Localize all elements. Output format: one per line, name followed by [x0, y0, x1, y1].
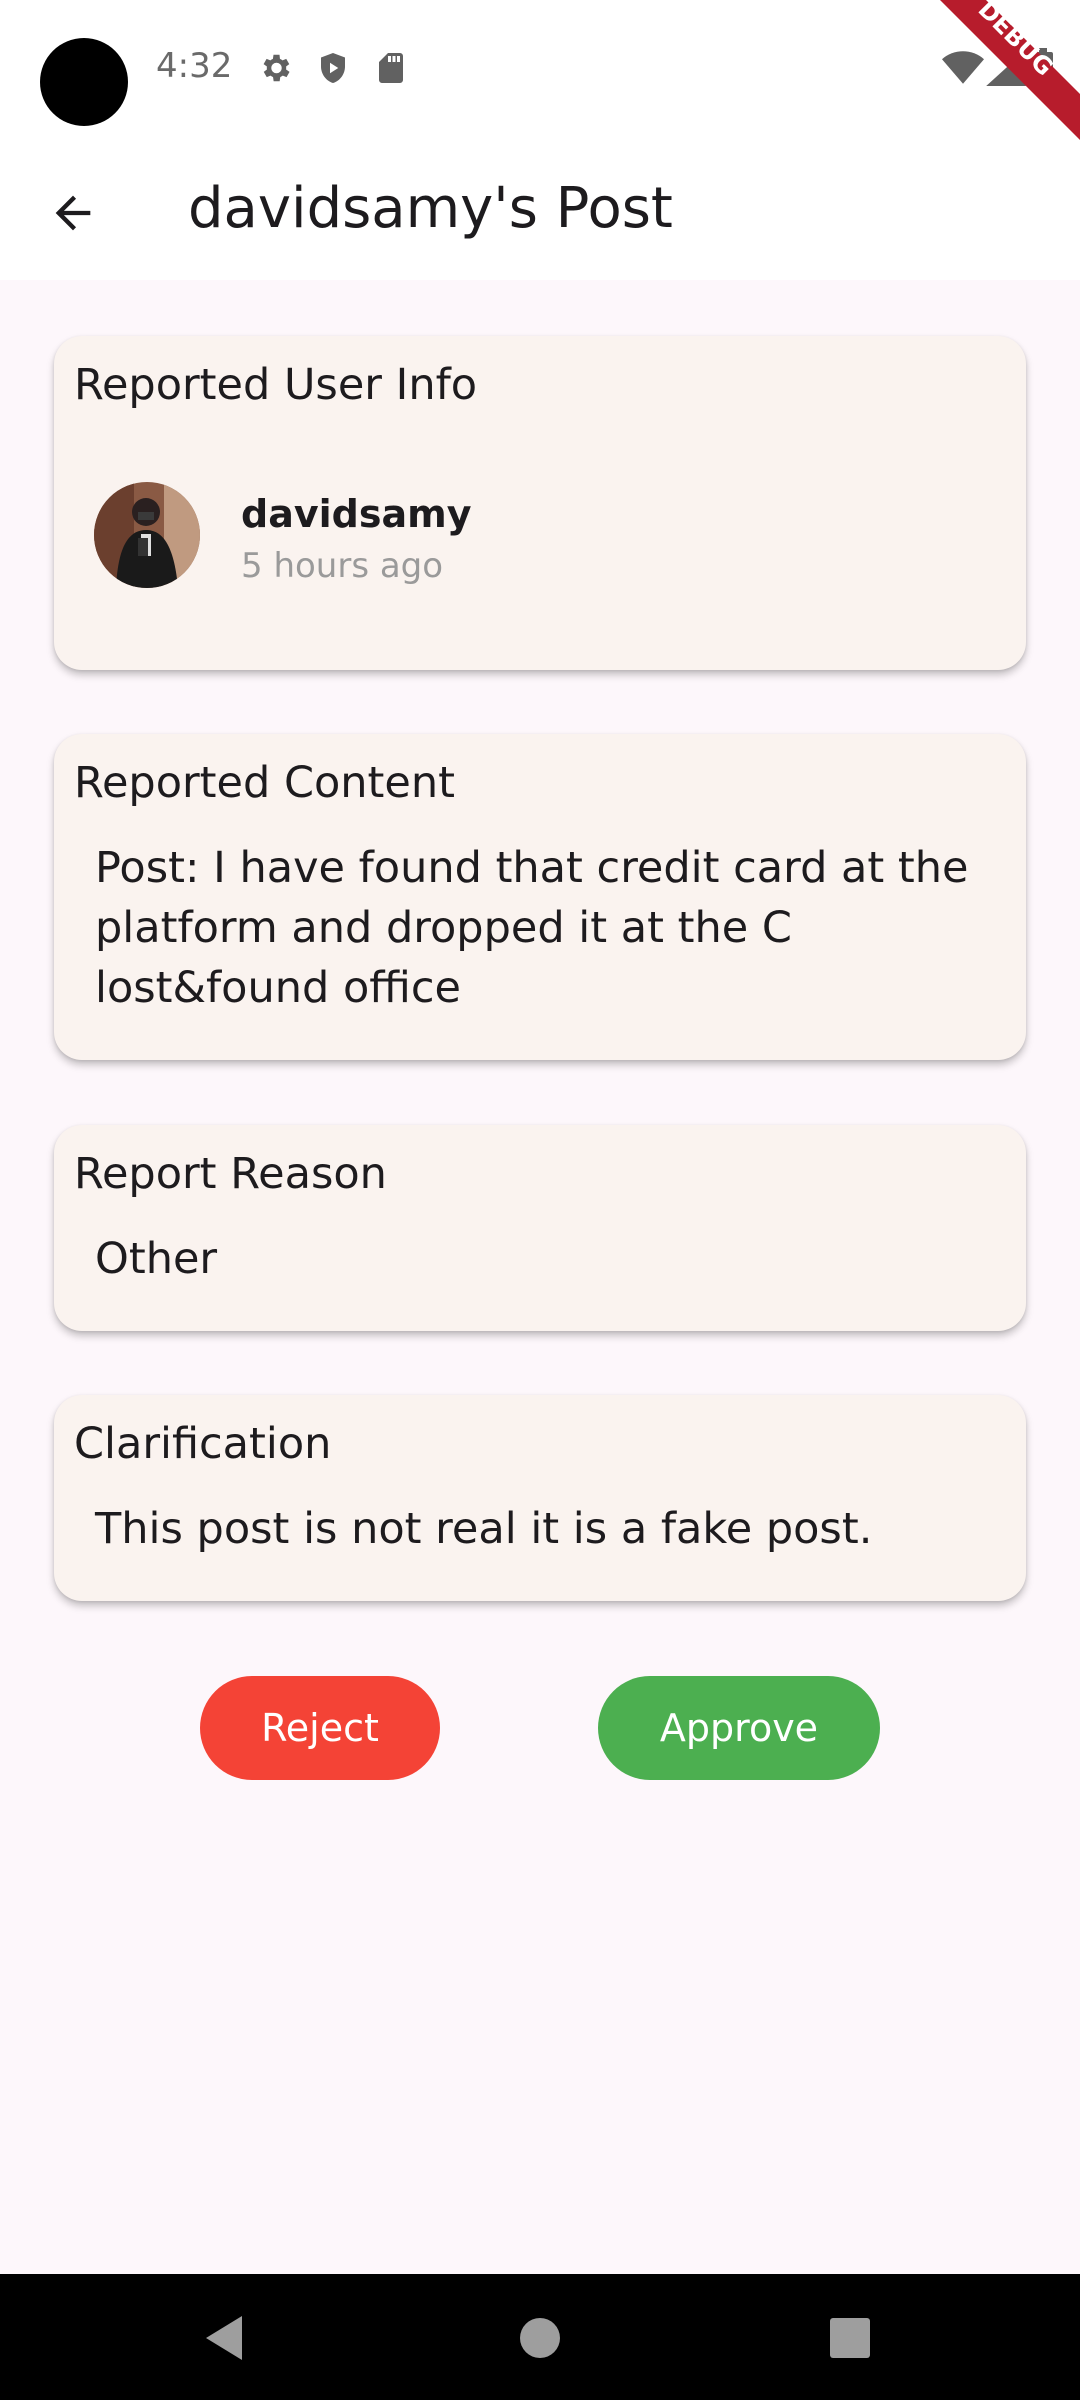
nav-home-button[interactable] [512, 2310, 568, 2366]
nav-back-button[interactable] [196, 2310, 252, 2366]
report-reason-title: Report Reason [74, 1149, 387, 1199]
reported-user-info-card: Reported User Info davidsamy 5 hours ago [54, 336, 1026, 670]
reported-content-card: Reported Content Post: I have found that… [54, 734, 1026, 1060]
system-nav-bar [0, 2274, 1080, 2400]
recents-square-icon [830, 2318, 870, 2358]
reject-button[interactable]: Reject [200, 1676, 440, 1780]
nav-recents-button[interactable] [822, 2310, 878, 2366]
content-line: lost&found office [95, 963, 461, 1013]
home-circle-icon [520, 2318, 560, 2358]
report-reason-value: Other [95, 1234, 218, 1284]
page-title: davidsamy's Post [188, 176, 673, 241]
avatar[interactable] [94, 482, 200, 588]
user-info-title: Reported User Info [74, 360, 478, 410]
status-time: 4:32 [156, 46, 233, 86]
back-triangle-icon [206, 2316, 242, 2360]
report-reason-card: Report Reason Other [54, 1125, 1026, 1331]
clarification-text: This post is not real it is a fake post. [95, 1504, 873, 1554]
back-button[interactable] [30, 170, 116, 256]
camera-cutout [40, 38, 128, 126]
approve-button[interactable]: Approve [598, 1676, 880, 1780]
clarification-title: Clarification [74, 1419, 332, 1469]
settings-icon [263, 54, 290, 82]
content-line: Post: I have found that credit card at t… [95, 843, 969, 893]
shield-play-icon [321, 53, 345, 83]
app-bar: davidsamy's Post [0, 140, 1080, 280]
content-line: platform and dropped it at the C [95, 903, 792, 953]
post-time-ago: 5 hours ago [241, 546, 444, 586]
reported-username[interactable]: davidsamy [241, 492, 471, 536]
reported-content-text: Post: I have found that credit card at t… [95, 838, 1015, 1018]
avatar-photo [94, 482, 200, 588]
reported-content-title: Reported Content [74, 758, 455, 808]
clarification-card: Clarification This post is not real it i… [54, 1395, 1026, 1601]
sd-card-icon [379, 53, 403, 83]
arrow-back-icon [55, 195, 91, 231]
